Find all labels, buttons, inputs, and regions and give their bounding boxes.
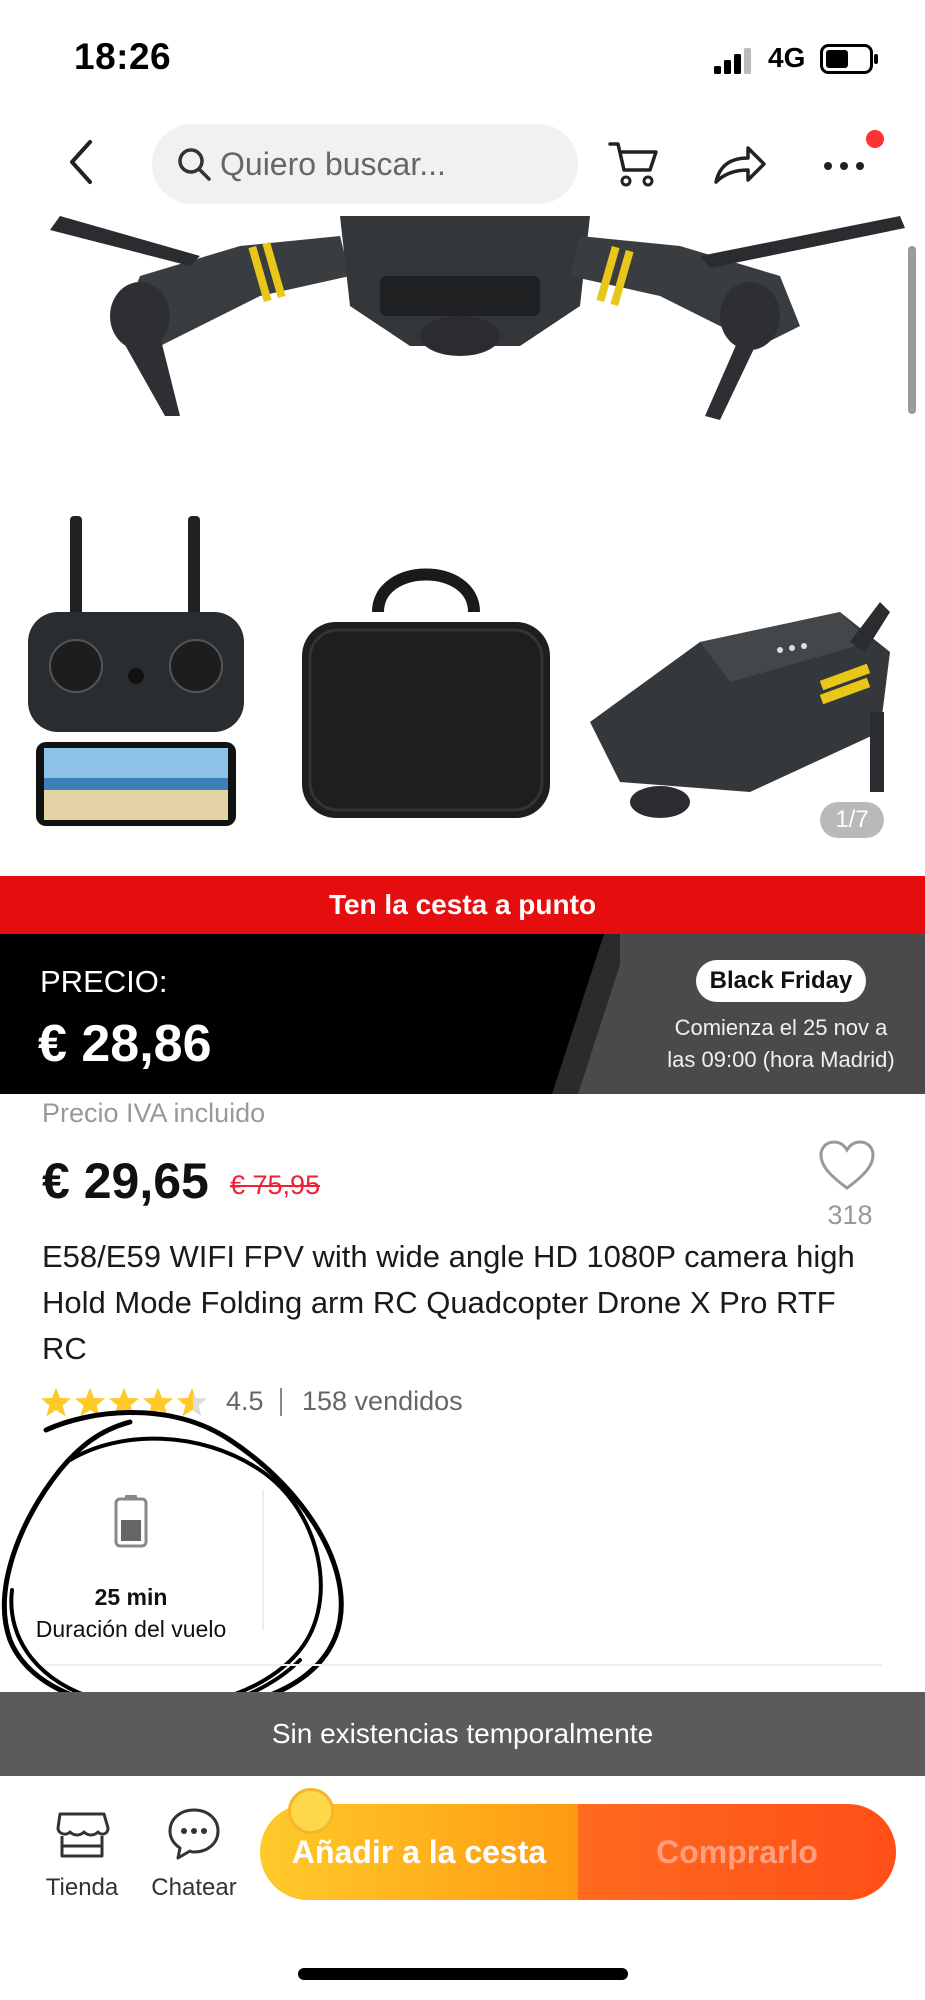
price-label: PRECIO: (40, 964, 168, 999)
status-time: 18:26 (74, 36, 172, 77)
remote-controller-thumbnail[interactable] (28, 516, 244, 830)
store-button[interactable]: Tienda (34, 1806, 130, 1916)
flight-time-spec: 25 min Duración del vuelo (0, 1480, 262, 1650)
rating-value: 4.5 (226, 1386, 264, 1416)
section-divider (42, 1664, 882, 1666)
scrollbar[interactable] (908, 246, 916, 414)
original-price: € 75,95 (230, 1170, 321, 1200)
black-friday-price-band: PRECIO: € 28,86 Black Friday Comienza el… (0, 934, 925, 1094)
store-icon (56, 1812, 110, 1858)
share-icon[interactable] (710, 138, 770, 190)
coin-icon (288, 1788, 334, 1834)
bottom-action-bar: Tienda Chatear Añadir a la cesta Comprar… (0, 1776, 925, 2000)
vat-note: Precio IVA incluido (42, 1098, 266, 1128)
product-image-gallery[interactable]: 1/7 (0, 216, 925, 876)
chat-button[interactable]: Chatear (146, 1806, 242, 1916)
status-bar: 18:26 4G (0, 0, 925, 110)
search-placeholder: Quiero buscar... (220, 146, 446, 182)
black-friday-badge: Black Friday (696, 960, 866, 1002)
home-indicator[interactable] (298, 1968, 628, 1980)
product-title: E58/E59 WIFI FPV with wide angle HD 1080… (42, 1239, 855, 1366)
event-price: € 28,86 (38, 1015, 212, 1073)
buy-now-button[interactable]: Comprarlo (578, 1804, 896, 1900)
image-counter: 1/7 (820, 802, 884, 838)
event-start-date: Comienza el 25 nov a las 09:00 (hora Mad… (656, 1012, 906, 1076)
drone-hero-image (0, 216, 925, 476)
chat-icon (168, 1808, 220, 1860)
store-label: Tienda (45, 1874, 119, 1901)
promo-banner[interactable]: Ten la cesta a punto (0, 876, 925, 934)
search-input[interactable]: Quiero buscar... (152, 124, 578, 204)
folded-drone-thumbnail[interactable] (580, 572, 900, 834)
battery-icon (114, 1495, 148, 1548)
search-icon (178, 148, 211, 181)
cart-icon[interactable] (606, 136, 662, 192)
battery-status-icon (820, 44, 878, 74)
event-date-line-1: Comienza el 25 nov a (674, 1015, 888, 1040)
notification-dot (866, 130, 884, 148)
spec-label: Duración del vuelo (35, 1616, 227, 1642)
rating-separator (280, 1388, 282, 1416)
spec-value: 25 min (94, 1584, 168, 1610)
chat-label: Chatear (151, 1874, 237, 1901)
sold-count: 158 vendidos (302, 1386, 463, 1416)
back-arrow-icon[interactable] (56, 132, 108, 192)
wishlist-count: 318 (827, 1200, 873, 1230)
network-type: 4G (768, 42, 806, 73)
carrying-case-thumbnail[interactable] (298, 552, 554, 824)
stock-status-bar: Sin existencias temporalmente (0, 1692, 925, 1776)
spec-divider (262, 1490, 264, 1630)
signal-icon (714, 48, 751, 74)
star-rating-icon (41, 1388, 207, 1416)
current-price: € 29,65 (42, 1153, 209, 1209)
heart-icon[interactable] (818, 1140, 876, 1192)
event-date-line-2: las 09:00 (hora Madrid) (667, 1047, 895, 1072)
top-nav: Quiero buscar... (0, 110, 925, 216)
